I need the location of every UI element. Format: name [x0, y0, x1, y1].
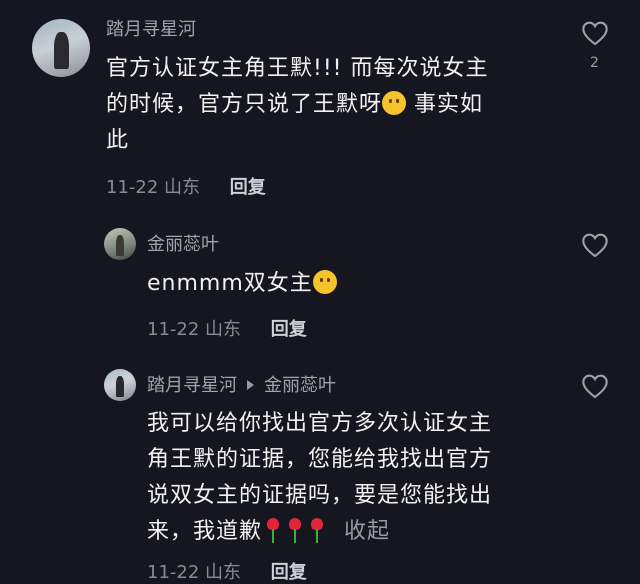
avatar-figure	[54, 31, 70, 69]
avatar-figure	[116, 376, 125, 397]
reply-button[interactable]: 回复	[271, 562, 307, 583]
comment-text-line: 的时候，官方只说了王默呀 事实如	[106, 87, 576, 123]
reply-to-user[interactable]: 金丽蕊叶	[264, 375, 336, 396]
yum-face-emoji	[382, 91, 407, 115]
reply-text-line: 来，我道歉 收起	[147, 514, 567, 550]
like-count: 2	[590, 55, 599, 71]
heart-outline-icon[interactable]	[581, 373, 609, 399]
reply-button[interactable]: 回复	[271, 319, 307, 340]
reply-meta: 11-22 山东 回复	[147, 562, 307, 584]
collapse-button[interactable]: 收起	[344, 519, 390, 544]
comment-meta: 11-22 山东 回复	[106, 177, 266, 199]
reply-text-line: 我可以给你找出官方多次认证女主	[147, 411, 493, 436]
comment-date: 11-22	[106, 177, 159, 198]
reply-date: 11-22	[147, 319, 200, 340]
heart-outline-icon[interactable]	[581, 20, 609, 46]
avatar[interactable]	[104, 228, 136, 260]
reply-location: 山东	[205, 562, 242, 583]
heart-outline-icon[interactable]	[581, 232, 609, 258]
comment-text: 官方认证女主角王默!!! 而每次说女主 的时候，官方只说了王默呀 事实如 此	[106, 51, 576, 159]
reply-author[interactable]: 踏月寻星河	[147, 375, 237, 396]
avatar[interactable]	[32, 19, 90, 77]
avatar-figure	[116, 235, 125, 256]
reply-author[interactable]: 金丽蕊叶	[147, 234, 219, 256]
reply-location: 山东	[205, 319, 242, 340]
rose-emoji	[288, 518, 302, 544]
reply-text: 我可以给你找出官方多次认证女主 角王默的证据，您能给我找出官方 说双女主的证据吗…	[147, 406, 567, 550]
crying-face-emoji	[312, 270, 337, 294]
rose-emoji	[310, 518, 324, 544]
reply-text-line: 说双女主的证据吗，要是您能找出	[147, 483, 493, 508]
comment-location: 山东	[164, 177, 201, 198]
reply-button[interactable]: 回复	[230, 177, 266, 198]
comment-text-line: 官方认证女主角王默!!! 而每次说女主	[106, 56, 489, 81]
reply-text-segment: enmmm双女主	[147, 271, 313, 296]
reply-author-line: 踏月寻星河 金丽蕊叶	[147, 375, 336, 397]
reply-meta: 11-22 山东 回复	[147, 319, 307, 341]
rose-emoji	[266, 518, 280, 544]
triangle-right-icon	[247, 380, 254, 390]
reply-text-line: 角王默的证据，您能给我找出官方	[147, 447, 493, 472]
avatar[interactable]	[104, 369, 136, 401]
comment-text-segment: 的时候，官方只说了王默呀	[106, 92, 383, 117]
comment-text-segment: 事实如	[406, 92, 484, 117]
reply-date: 11-22	[147, 562, 200, 583]
reply-text: enmmm双女主	[147, 266, 337, 302]
reply-text-segment: 来，我道歉	[147, 519, 263, 544]
comment-text-line: 此	[106, 128, 130, 153]
comment-author[interactable]: 踏月寻星河	[106, 19, 196, 41]
